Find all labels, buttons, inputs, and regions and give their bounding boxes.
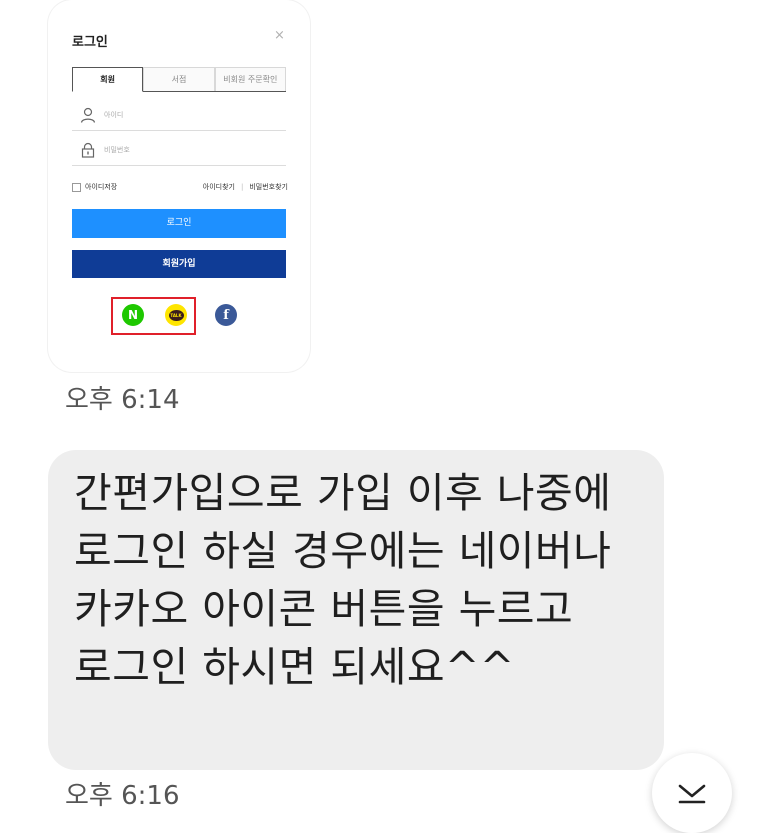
remember-checkbox: [72, 182, 81, 192]
message-timestamp: 오후 6:16: [65, 781, 180, 811]
join-button: 회원가입: [72, 250, 286, 278]
password-placeholder: 비밀번호: [104, 146, 130, 154]
link-divider: |: [241, 183, 244, 191]
text-message-bubble[interactable]: 간편가입으로 가입 이후 나중에 로그인 하실 경우에는 네이버나 카카오 아이…: [48, 450, 664, 770]
find-id-link: 아이디찾기: [202, 183, 235, 191]
kakao-talk-label: TALK: [168, 309, 184, 321]
login-title: 로그인: [72, 35, 108, 50]
tab-member: 회원: [72, 67, 144, 92]
tab-guest-order: 비회원 주문확인: [214, 67, 286, 91]
facebook-icon: f: [215, 304, 237, 326]
password-field: 비밀번호: [72, 135, 286, 166]
id-field: 아이디: [72, 100, 286, 131]
image-message-bubble[interactable]: 로그인 × 회원 서점 비회원 주문확인 아이디 비밀번호 아이디저장 아이디찾…: [48, 0, 310, 372]
find-password-link: 비밀번호찾기: [249, 183, 288, 191]
id-placeholder: 아이디: [104, 111, 124, 119]
login-tabs: 회원 서점 비회원 주문확인: [72, 67, 286, 92]
user-icon: [80, 107, 96, 123]
login-button: 로그인: [72, 209, 286, 238]
chevron-down-icon: [678, 784, 706, 804]
scroll-down-button[interactable]: [652, 753, 732, 833]
naver-icon: N: [122, 304, 144, 326]
message-text: 간편가입으로 가입 이후 나중에 로그인 하실 경우에는 네이버나 카카오 아이…: [74, 469, 612, 691]
remember-label: 아이디저장: [85, 183, 118, 191]
close-icon: ×: [274, 28, 285, 43]
message-timestamp: 오후 6:14: [65, 385, 180, 415]
kakao-talk-icon: TALK: [165, 304, 187, 326]
lock-icon: [81, 142, 95, 158]
remember-row: 아이디저장 아이디찾기 | 비밀번호찾기: [72, 180, 288, 194]
tab-bookstore: 서점: [143, 67, 215, 91]
